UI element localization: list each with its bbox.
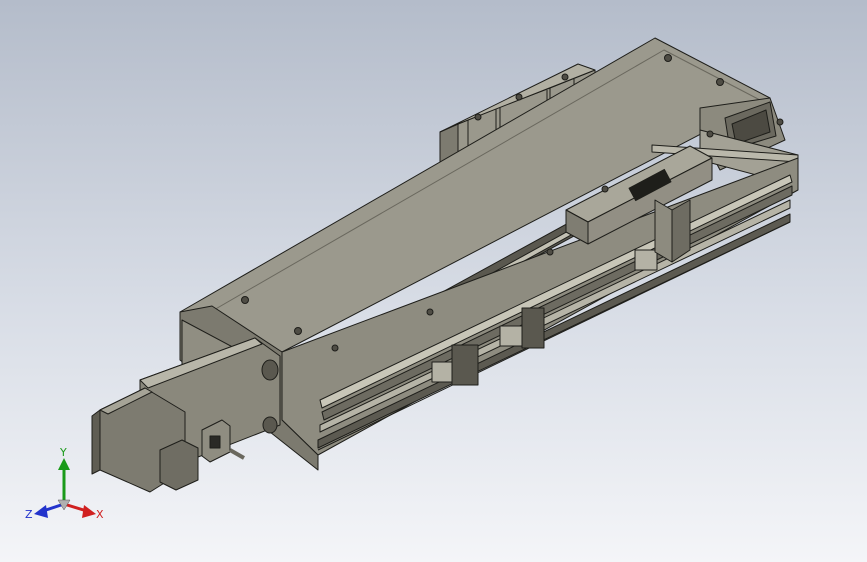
clamp-bracket (654, 199, 691, 263)
actuator-model[interactable] (0, 0, 867, 562)
z-axis-label: Z (25, 508, 33, 521)
graphics-viewport[interactable]: Y X Z (0, 0, 867, 562)
x-axis-label: X (96, 508, 104, 521)
reference-triad: Y X Z (25, 446, 104, 521)
y-axis-label: Y (59, 446, 67, 459)
